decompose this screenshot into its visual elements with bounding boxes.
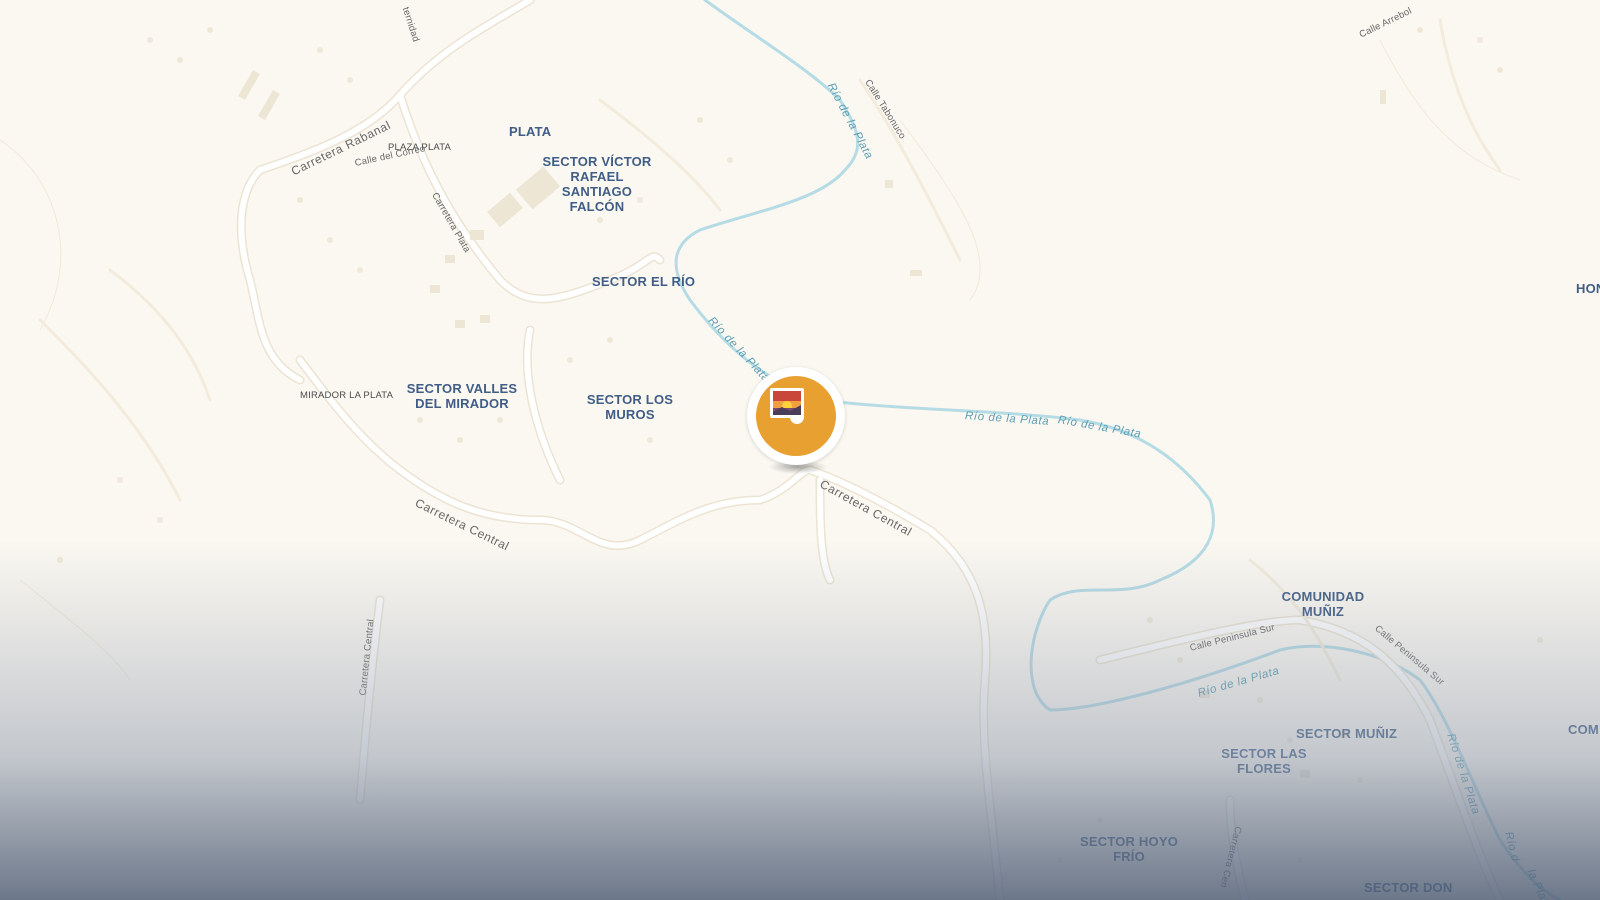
place-label-line: MUROS (605, 407, 655, 422)
place-label-sector-muniz: SECTOR MUÑIZ (1296, 726, 1398, 741)
place-label-line: FALCÓN (569, 199, 625, 214)
poi-label-mirador-la-plata: MIRADOR LA PLATA (300, 390, 394, 401)
place-label-line: SECTOR LAS (1221, 746, 1307, 761)
place-label-line: SANTIAGO (561, 184, 633, 199)
place-label-hon: HON (1576, 281, 1600, 296)
photo-icon (770, 388, 804, 418)
place-label-line: COMUNIDAD (1281, 589, 1365, 604)
place-label-line: SECTOR LOS (586, 392, 674, 407)
place-label-line: SECTOR VÍCTOR (542, 154, 652, 169)
place-label-sector-las-flores: SECTOR LAS FLORES (1214, 746, 1314, 776)
place-label-line: DEL MIRADOR (415, 396, 509, 411)
place-label-sector-don: SECTOR DON (1364, 880, 1453, 895)
place-label-line: SECTOR VALLES (406, 381, 518, 396)
map-canvas[interactable]: PLATA SECTOR VÍCTOR RAFAEL SANTIAGO FALC… (0, 0, 1600, 900)
photo-location-marker[interactable] (744, 364, 850, 482)
place-label-sector-el-rio: SECTOR EL RÍO (592, 274, 696, 289)
place-label-line: FLORES (1237, 761, 1291, 776)
place-label-line: RAFAEL (570, 169, 624, 184)
place-label-plata: PLATA (509, 124, 552, 139)
place-label-com: COM (1568, 722, 1599, 737)
place-label-sector-los-muros: SECTOR LOS MUROS (580, 392, 680, 422)
place-label-sector-victor-rafael-santiago-falcon: SECTOR VÍCTOR RAFAEL SANTIAGO FALCÓN (537, 154, 657, 214)
place-label-line: SECTOR HOYO (1079, 834, 1179, 849)
place-label-line: FRÍO (1113, 849, 1145, 864)
place-label-sector-valles-del-mirador: SECTOR VALLES DEL MIRADOR (402, 381, 522, 411)
place-label-sector-hoyo-frio: SECTOR HOYO FRÍO (1079, 834, 1179, 864)
place-label-comunidad-muniz: COMUNIDAD MUÑIZ (1273, 589, 1373, 619)
place-label-line: MUÑIZ (1301, 604, 1345, 619)
